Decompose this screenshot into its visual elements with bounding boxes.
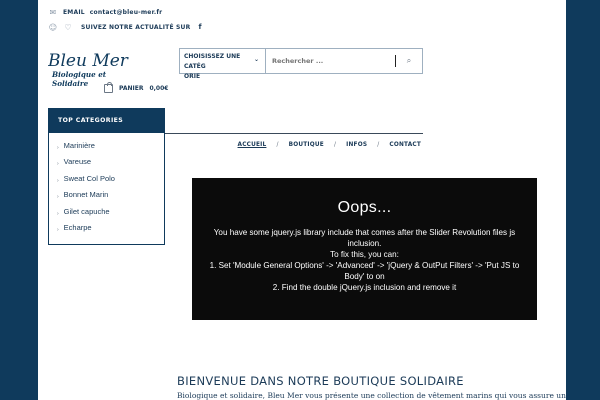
facebook-icon[interactable]: f [198, 23, 201, 31]
top-categories-box: TOP CATEGORIES › Marinière › Vareuse › Swea… [48, 108, 165, 245]
category-label: Marinière [63, 140, 95, 150]
cart-amount: 0,00€ [149, 85, 169, 92]
search-icon[interactable]: ⌕ [396, 56, 422, 66]
mail-icon: ✉ [49, 7, 57, 17]
user-icon[interactable]: ☺ [48, 23, 58, 32]
category-item[interactable]: › Gilet capuche [49, 203, 164, 220]
chevron-right-icon: › [57, 227, 59, 234]
slider-error-title: Oops... [337, 199, 392, 216]
slider-error-line2: To fix this, you can: [330, 250, 399, 259]
main-nav: ACCUEIL / BOUTIQUE / INFOS / CONTACT [165, 133, 423, 156]
email-row: ✉ EMAIL contact@bleu-mer.fr [48, 6, 202, 18]
category-select[interactable]: CHOISISSEZ UNE CATÉG ORIE ⌄ [180, 49, 266, 80]
chevron-right-icon: › [57, 161, 59, 168]
slider-error-line1: You have some jquery.js library include … [213, 228, 516, 248]
logo-brand: Bleu Mer [48, 51, 129, 71]
shopping-bag-icon [104, 82, 113, 93]
category-item[interactable]: › Echarpe [49, 220, 164, 237]
welcome-intro: Biologique et solidaire, Bleu Mer vous p… [177, 391, 566, 400]
nav-item-contact[interactable]: CONTACT [379, 142, 421, 148]
search-bar: CHOISISSEZ UNE CATÉG ORIE ⌄ ⌕ [179, 48, 423, 80]
category-label: Echarpe [63, 223, 92, 233]
follow-text: SUIVEZ NOTRE ACTUALITÉ SUR [81, 23, 191, 31]
category-select-line1: CHOISISSEZ UNE CATÉG [184, 53, 241, 70]
category-list: › Marinière › Vareuse › Sweat Col Polo › Bon… [49, 133, 164, 236]
category-select-line2: ORIE [184, 73, 201, 80]
follow-row: ☺ ♡ SUIVEZ NOTRE ACTUALITÉ SUR f [48, 21, 202, 33]
category-label: Sweat Col Polo [63, 173, 115, 183]
email-link[interactable]: contact@bleu-mer.fr [90, 9, 163, 16]
welcome-title: BIENVENUE DANS NOTRE BOUTIQUE SOLIDAIRE [177, 374, 464, 388]
chevron-right-icon: › [57, 194, 59, 201]
chevron-right-icon: › [57, 210, 59, 217]
category-label: Vareuse [63, 157, 92, 167]
cart-label: PANIER [119, 85, 144, 92]
chevron-right-icon: › [57, 144, 59, 151]
cart-link[interactable]: PANIER 0,00€ [104, 82, 169, 93]
logo-brand-mark: Bleu Mer [48, 51, 129, 71]
heart-icon[interactable]: ♡ [63, 23, 73, 32]
slider-error-box: Oops... You have some jquery.js library … [192, 178, 537, 320]
page: ✉ EMAIL contact@bleu-mer.fr ☺ ♡ SUIVEZ N… [38, 0, 566, 400]
search-input[interactable] [266, 49, 395, 73]
chevron-down-icon: ⌄ [253, 56, 259, 63]
category-item[interactable]: › Sweat Col Polo [49, 170, 164, 187]
nav-item-boutique[interactable]: BOUTIQUE [279, 142, 334, 148]
slider-error-line3: 1. Set 'Module General Options' -> 'Adva… [209, 261, 520, 281]
category-item[interactable]: › Vareuse [49, 154, 164, 171]
logo[interactable]: Bleu Mer Biologique et Solidaire [48, 50, 143, 88]
category-label: Bonnet Marin [63, 190, 109, 200]
top-categories-title: TOP CATEGORIES [49, 109, 164, 133]
category-item[interactable]: › Bonnet Marin [49, 187, 164, 204]
chevron-right-icon: › [57, 177, 59, 184]
nav-item-accueil[interactable]: ACCUEIL [228, 142, 277, 148]
nav-item-infos[interactable]: INFOS [336, 142, 377, 148]
category-label: Gilet capuche [63, 206, 110, 216]
category-item[interactable]: › Marinière [49, 137, 164, 154]
email-label: EMAIL [63, 8, 85, 16]
top-bar: ✉ EMAIL contact@bleu-mer.fr ☺ ♡ SUIVEZ N… [48, 6, 202, 33]
slider-error-line4: 2. Find the double jQuery.js inclusion a… [272, 283, 457, 292]
